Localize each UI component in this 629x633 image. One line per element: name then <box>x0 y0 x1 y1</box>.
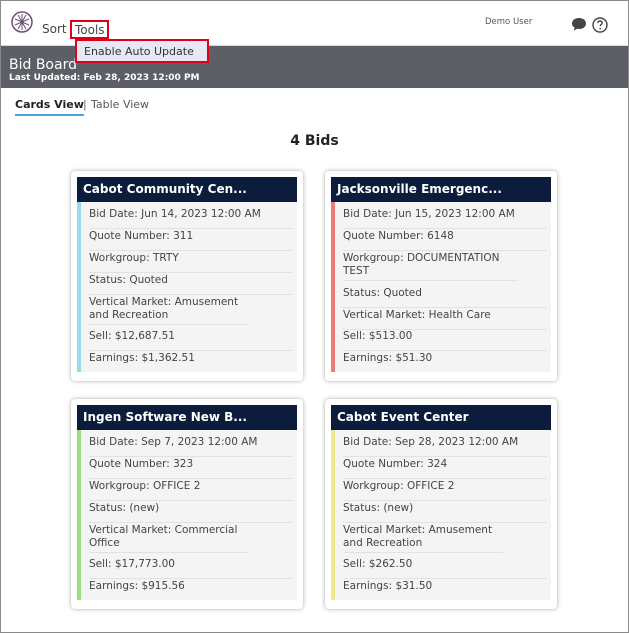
last-updated: Last Updated: Feb 28, 2023 12:00 PM <box>9 73 200 83</box>
tab-cards-view[interactable]: Cards View <box>15 98 84 116</box>
bid-card[interactable]: Cabot Community Cen... Bid Date: Jun 14,… <box>71 171 303 381</box>
bid-card-title[interactable]: Ingen Software New B... <box>77 405 297 430</box>
vertical-market: Vertical Market: Amusement and Recreatio… <box>89 296 249 325</box>
bid-card-body: Bid Date: Sep 28, 2023 12:00 AM Quote Nu… <box>331 430 551 600</box>
workgroup: Workgroup: DOCUMENTATION TEST <box>343 252 518 281</box>
bid-date: Bid Date: Sep 7, 2023 12:00 AM <box>89 436 293 457</box>
tab-table-view[interactable]: Table View <box>91 98 149 111</box>
status: Status: (new) <box>343 502 547 523</box>
bid-card-title[interactable]: Cabot Event Center <box>331 405 551 430</box>
sell: Sell: $12,687.51 <box>89 330 293 351</box>
quote-number: Quote Number: 324 <box>343 458 547 479</box>
bid-date: Bid Date: Jun 14, 2023 12:00 AM <box>89 208 293 229</box>
user-name[interactable]: Demo User <box>485 17 532 27</box>
sell: Sell: $17,773.00 <box>89 558 293 579</box>
earnings: Earnings: $51.30 <box>343 352 433 364</box>
workgroup: Workgroup: OFFICE 2 <box>89 480 293 501</box>
bid-card-title[interactable]: Cabot Community Cen... <box>77 177 297 202</box>
enable-auto-update-menu-item[interactable]: Enable Auto Update <box>75 39 209 63</box>
chat-icon[interactable] <box>571 17 587 32</box>
menu-tools[interactable]: Tools <box>70 20 109 39</box>
quote-number: Quote Number: 323 <box>89 458 293 479</box>
earnings: Earnings: $915.56 <box>89 580 185 592</box>
sell: Sell: $262.50 <box>343 558 547 579</box>
vertical-market: Vertical Market: Commercial Office <box>89 524 249 553</box>
menu-sort[interactable]: Sort <box>42 22 67 36</box>
bid-card-body: Bid Date: Jun 15, 2023 12:00 AM Quote Nu… <box>331 202 551 372</box>
help-icon[interactable] <box>592 17 608 33</box>
workgroup: Workgroup: TRTY <box>89 252 293 273</box>
earnings: Earnings: $1,362.51 <box>89 352 195 364</box>
page-title: Bid Board <box>9 57 77 73</box>
app-logo-icon[interactable] <box>11 11 33 33</box>
bid-card[interactable]: Jacksonville Emergenc... Bid Date: Jun 1… <box>325 171 557 381</box>
bid-card-body: Bid Date: Jun 14, 2023 12:00 AM Quote Nu… <box>77 202 297 372</box>
status: Status: (new) <box>89 502 293 523</box>
bid-count: 4 Bids <box>290 133 339 149</box>
sell: Sell: $513.00 <box>343 330 547 351</box>
quote-number: Quote Number: 311 <box>89 230 293 251</box>
vertical-market: Vertical Market: Health Care <box>343 309 547 330</box>
bid-card[interactable]: Ingen Software New B... Bid Date: Sep 7,… <box>71 399 303 609</box>
vertical-market: Vertical Market: Amusement and Recreatio… <box>343 524 503 553</box>
view-separator: | <box>83 98 87 111</box>
earnings: Earnings: $31.50 <box>343 580 433 592</box>
bid-card-body: Bid Date: Sep 7, 2023 12:00 AM Quote Num… <box>77 430 297 600</box>
quote-number: Quote Number: 6148 <box>343 230 547 251</box>
bid-card[interactable]: Cabot Event Center Bid Date: Sep 28, 202… <box>325 399 557 609</box>
workgroup: Workgroup: OFFICE 2 <box>343 480 547 501</box>
status: Status: Quoted <box>89 274 293 295</box>
status: Status: Quoted <box>343 287 547 308</box>
bid-card-title[interactable]: Jacksonville Emergenc... <box>331 177 551 202</box>
bid-date: Bid Date: Jun 15, 2023 12:00 AM <box>343 208 547 229</box>
bid-date: Bid Date: Sep 28, 2023 12:00 AM <box>343 436 547 457</box>
